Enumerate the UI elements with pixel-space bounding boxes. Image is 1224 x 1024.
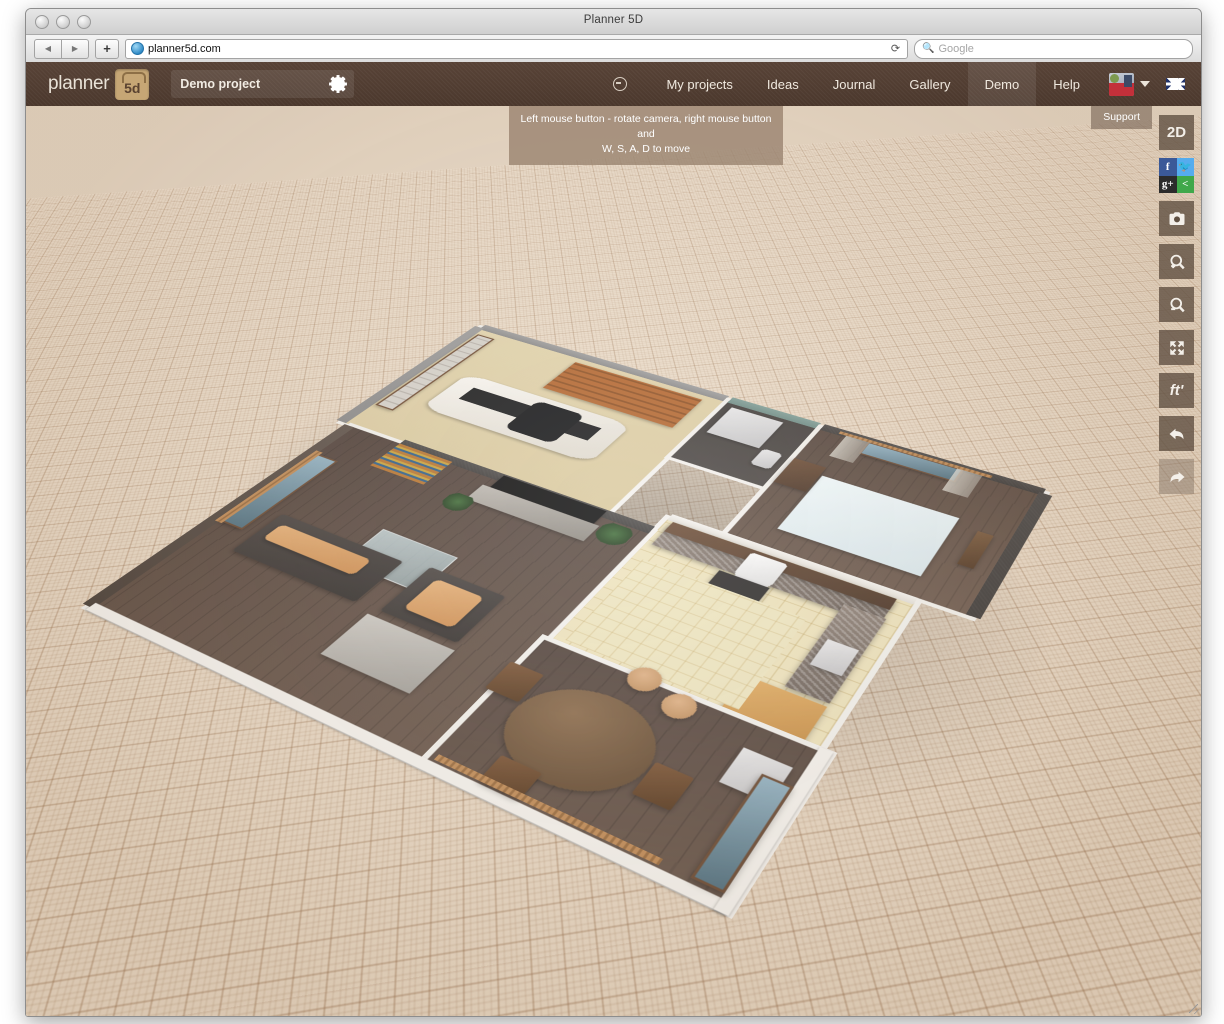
address-bar[interactable]: planner5d.com ⟳ [125,39,908,59]
planner5d-app: planner 5d Demo project My projects Idea… [26,62,1201,1016]
zoom-out-icon[interactable] [1159,287,1194,322]
expand-arrows-icon[interactable] [1159,330,1194,365]
social-share-group[interactable]: f 🐦 g+ < [1159,158,1194,193]
twitter-icon[interactable]: 🐦 [1177,158,1195,176]
search-placeholder: Google [938,43,973,55]
forward-button[interactable]: ▶ [62,39,89,59]
browser-toolbar: ◀ ▶ + planner5d.com ⟳ 🔍 Google [26,35,1201,63]
nav-buttons: ◀ ▶ [34,39,89,59]
back-button[interactable]: ◀ [34,39,62,59]
new-tab-button[interactable]: + [95,39,119,59]
browser-window: Planner 5D ◀ ▶ + planner5d.com ⟳ 🔍 Googl… [25,8,1202,1017]
share-icon[interactable]: < [1177,176,1195,194]
window-titlebar: Planner 5D [26,9,1201,35]
nav-item-my-projects[interactable]: My projects [649,62,749,106]
window-title: Planner 5D [26,14,1201,26]
avatar[interactable] [1109,73,1134,96]
app-logo[interactable]: planner 5d [48,69,149,100]
search-icon: 🔍 [922,43,934,54]
right-toolbar: 2D f 🐦 g+ < [1159,115,1194,494]
camera-hint-tooltip: Left mouse button - rotate camera, right… [509,106,783,165]
nav-item-ideas[interactable]: Ideas [750,62,816,106]
project-name-field[interactable]: Demo project [171,70,354,98]
account-menu[interactable] [1097,73,1156,96]
collapse-icon[interactable] [613,77,627,91]
undo-arrow-icon[interactable] [1159,416,1194,451]
nav-item-journal[interactable]: Journal [816,62,893,106]
address-bar-url: planner5d.com [148,43,221,55]
globe-icon [131,42,144,55]
nav-item-help[interactable]: Help [1036,62,1097,106]
chevron-down-icon[interactable] [1140,81,1150,87]
app-header: planner 5d Demo project My projects Idea… [26,62,1201,106]
tooltip-line-2: W, S, A, D to move [517,142,775,157]
house-logo-icon: 5d [115,69,149,100]
reload-icon[interactable]: ⟳ [888,42,903,56]
window-resize-grip[interactable] [1186,1001,1199,1014]
search-field[interactable]: 🔍 Google [914,39,1193,59]
logo-badge-text: 5d [124,80,140,96]
main-nav: My projects Ideas Journal Gallery Demo H… [613,62,1201,106]
uk-flag-icon[interactable] [1166,78,1185,90]
redo-arrow-icon[interactable] [1159,459,1194,494]
nav-item-gallery[interactable]: Gallery [892,62,967,106]
camera-icon[interactable] [1159,201,1194,236]
zoom-in-icon[interactable] [1159,244,1194,279]
nav-item-demo[interactable]: Demo [968,62,1037,106]
3d-viewport[interactable]: Left mouse button - rotate camera, right… [26,106,1201,1016]
googleplus-icon[interactable]: g+ [1159,176,1177,194]
logo-wordmark: planner [48,73,109,95]
units-button[interactable]: ft' [1159,373,1194,408]
project-name-value: Demo project [180,77,260,91]
gear-icon[interactable] [331,77,345,91]
tooltip-line-1: Left mouse button - rotate camera, right… [517,112,775,142]
support-button[interactable]: Support [1091,106,1152,129]
view-toggle-2d-button[interactable]: 2D [1159,115,1194,150]
facebook-icon[interactable]: f [1159,158,1177,176]
